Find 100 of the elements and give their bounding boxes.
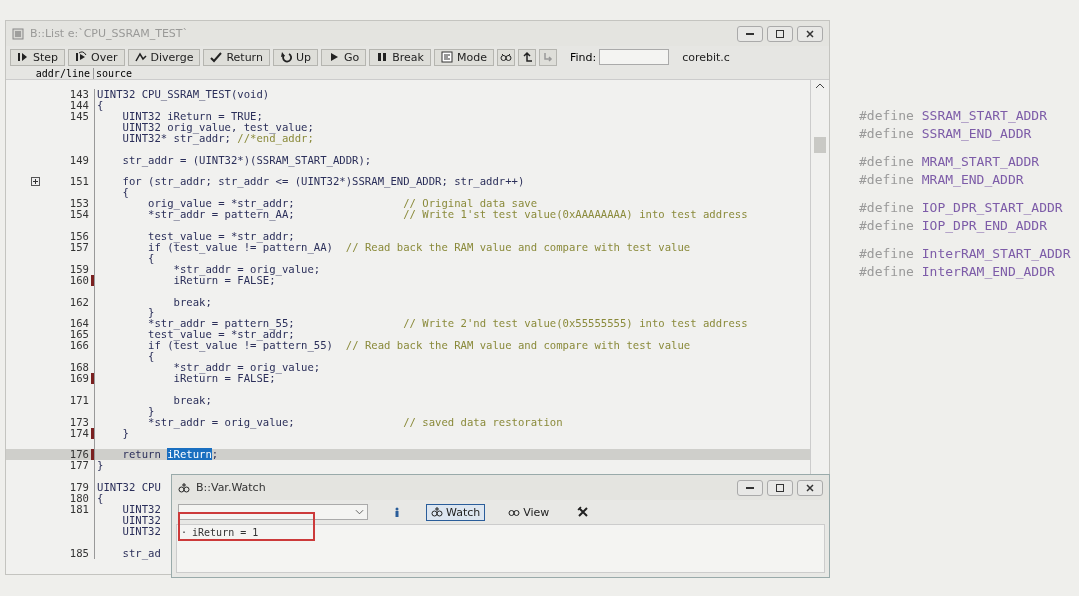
code-text: *str_addr = orig_value;	[172, 262, 321, 275]
toolbar-icon-button[interactable]	[496, 48, 515, 66]
define-keyword: #define	[859, 125, 914, 143]
line-number: 156	[69, 231, 90, 242]
define-keyword: #define	[859, 245, 914, 263]
code-text: {	[97, 492, 104, 505]
minimize-button[interactable]	[737, 25, 763, 42]
code-text: UINT32	[121, 503, 161, 516]
line-number: 154	[69, 209, 90, 221]
zigzag-icon	[134, 51, 147, 63]
toolbar-button[interactable]: Diverge	[127, 48, 201, 66]
window-title: B::Var.Watch	[196, 481, 266, 494]
line-number: 151	[69, 176, 90, 188]
line-number: 166	[69, 340, 90, 352]
line-number: 164	[69, 318, 90, 330]
curved-arrow-icon	[279, 51, 292, 63]
code-text: {	[97, 98, 104, 111]
line-number: 179	[69, 482, 90, 494]
code-text: *str_addr = pattern_55;	[147, 318, 296, 330]
line-number: 181	[69, 504, 90, 515]
code-text: break;	[172, 393, 212, 406]
line-number: 160	[69, 274, 90, 286]
pause-icon	[376, 51, 389, 63]
line-number: 149	[69, 154, 90, 166]
code-text: }	[147, 306, 155, 319]
maximize-button[interactable]	[767, 479, 793, 496]
toolbar-button[interactable]: Go	[320, 48, 367, 66]
macro-name: InterRAM_END_ADDR	[921, 263, 1055, 281]
code-text: orig_value = *str_addr;	[147, 198, 296, 210]
line-number: 157	[69, 241, 90, 253]
code-text: UINT32 iReturn = TRUE;	[121, 109, 263, 122]
code-comment: // Read back the RAM value and compare with test value	[345, 339, 691, 352]
toolbar-button[interactable]: Over	[68, 48, 125, 66]
close-button[interactable]	[797, 25, 823, 42]
define-keyword: #define	[859, 107, 914, 125]
code-text: str_addr = (UINT32*)(SSRAM_START_ADDR);	[121, 153, 372, 166]
glasses-icon	[178, 481, 190, 494]
toolbar-button[interactable]: Step	[10, 48, 66, 66]
code-text: {	[147, 251, 155, 264]
code-text: {	[121, 186, 129, 199]
maximize-icon	[776, 29, 784, 38]
line-number: 176	[69, 449, 90, 461]
macro-name: MRAM_END_ADDR	[921, 171, 1024, 189]
code-comment: // saved data restoration	[403, 415, 563, 428]
line-number: 180	[69, 493, 90, 505]
line-number: 145	[69, 110, 90, 122]
find-field[interactable]	[599, 49, 670, 65]
toolbar-icon-button[interactable]	[517, 48, 536, 66]
code-text: }	[97, 459, 104, 472]
code-text: *str_addr = orig_value;	[172, 361, 321, 374]
code-text: return	[121, 448, 161, 461]
toolbar-button[interactable]: Return	[203, 48, 270, 66]
toolbar-button[interactable]: View	[503, 503, 555, 521]
toolbar-button[interactable]: Up	[272, 48, 318, 66]
watch-entry[interactable]: iReturn = 1	[192, 527, 259, 538]
window-title: B::List e:`CPU_SSRAM_TEST`	[30, 27, 189, 40]
toolbar-button[interactable]: Mode	[433, 48, 494, 66]
code-text: ;	[211, 448, 219, 461]
line-number: 169	[69, 372, 90, 384]
define-keyword: #define	[859, 263, 914, 281]
close-icon	[806, 29, 814, 38]
macro-name: IOP_DPR_END_ADDR	[921, 217, 1048, 235]
line-number: 173	[69, 416, 90, 428]
macro-name: InterRAM_START_ADDR	[921, 245, 1071, 263]
checkmark-icon	[210, 51, 223, 63]
line-number: 185	[69, 547, 90, 559]
code-text: break;	[172, 295, 212, 308]
code-comment: // Original data save	[403, 197, 538, 210]
step-over-icon	[75, 51, 88, 63]
code-text: {	[147, 350, 155, 363]
line-number: 144	[69, 99, 90, 111]
line-number: 177	[69, 460, 90, 472]
close-button[interactable]	[797, 479, 823, 496]
code-comment: // Read back the RAM value and compare with test value	[345, 240, 691, 253]
code-text: UINT32 orig_value, test_value;	[121, 120, 314, 133]
define-keyword: #define	[859, 171, 914, 189]
glasses-icon	[431, 506, 443, 518]
toolbar-button[interactable]: Watch	[426, 503, 486, 521]
step-icon	[17, 51, 29, 63]
toolbar-button[interactable]: Break	[369, 48, 431, 66]
scroll-up-icon[interactable]	[815, 83, 825, 89]
code-text: for (str_addr; str_addr <= (UINT32*)SSRAM_END_ADDR; str_addr++)	[121, 175, 525, 188]
code-text: test_value = *str_addr;	[147, 230, 295, 242]
expression-dropdown[interactable]	[178, 504, 368, 520]
expand-icon[interactable]	[31, 177, 40, 187]
scrollbar-thumb[interactable]	[814, 137, 826, 153]
define-keyword: #define	[859, 199, 914, 217]
column-header: source	[95, 68, 133, 79]
macro-name: MRAM_START_ADDR	[921, 153, 1040, 171]
minimize-icon	[746, 486, 754, 489]
code-text: if (test_value != pattern_55)	[147, 339, 333, 352]
line-number: 162	[69, 296, 90, 308]
maximize-button[interactable]	[767, 25, 793, 42]
list-icon	[12, 27, 24, 40]
line-number: 171	[69, 394, 90, 406]
line-number: 159	[69, 263, 90, 275]
code-comment: // Write 1'st test value(0xAAAAAAAA) into test address	[403, 208, 748, 221]
minimize-button[interactable]	[737, 479, 763, 496]
code-text: *str_addr = orig_value;	[147, 416, 296, 428]
code-text: }	[121, 426, 129, 439]
